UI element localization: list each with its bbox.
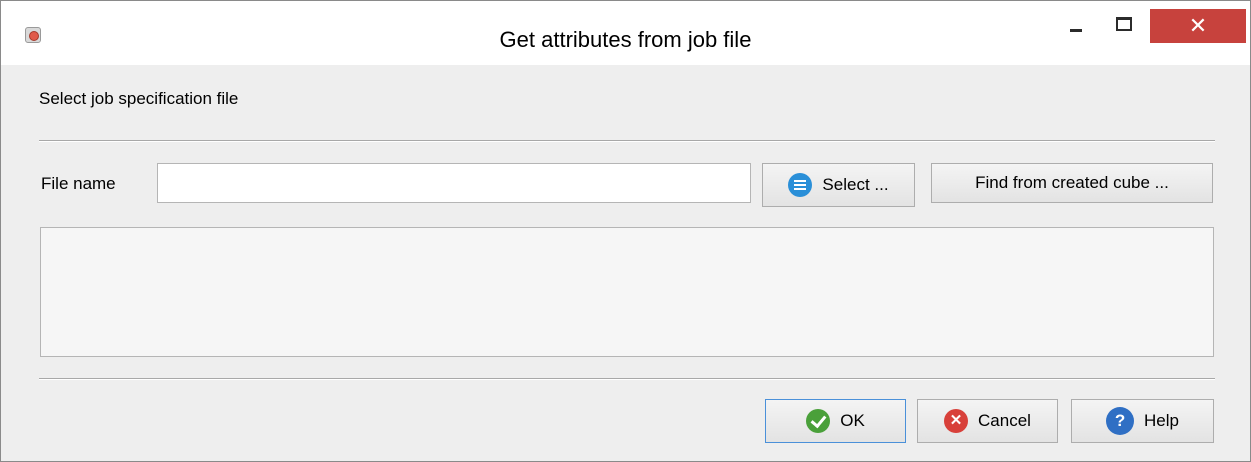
cancel-icon: ✕ — [944, 409, 969, 433]
ok-button[interactable]: OK — [765, 399, 906, 443]
list-icon — [788, 173, 813, 197]
close-icon: ✕ — [1188, 13, 1208, 38]
select-button-label: Select ... — [822, 175, 889, 194]
select-button[interactable]: Select ... — [762, 163, 915, 207]
minimize-button[interactable] — [1055, 9, 1101, 43]
help-icon: ? — [1106, 407, 1135, 435]
divider — [39, 378, 1215, 380]
cancel-button-label: Cancel — [978, 411, 1031, 430]
section-label: Select job specification file — [39, 89, 239, 108]
file-name-input[interactable] — [157, 163, 751, 203]
divider — [39, 140, 1215, 142]
find-button-label: Find from created cube ... — [975, 173, 1169, 192]
title-bar[interactable]: Get attributes from job file ✕ — [1, 1, 1250, 65]
help-button-label: Help — [1144, 411, 1179, 430]
maximize-button[interactable] — [1101, 9, 1147, 43]
help-button[interactable]: ? Help — [1071, 399, 1214, 443]
ok-button-label: OK — [840, 411, 865, 430]
find-from-created-cube-button[interactable]: Find from created cube ... — [931, 163, 1213, 203]
cancel-button[interactable]: ✕ Cancel — [917, 399, 1058, 443]
file-name-label: File name — [41, 174, 116, 193]
close-button[interactable]: ✕ — [1150, 9, 1246, 43]
check-icon — [806, 409, 831, 433]
dialog-window: Get attributes from job file ✕ Select jo… — [0, 0, 1251, 462]
job-file-text-area[interactable] — [40, 227, 1214, 357]
